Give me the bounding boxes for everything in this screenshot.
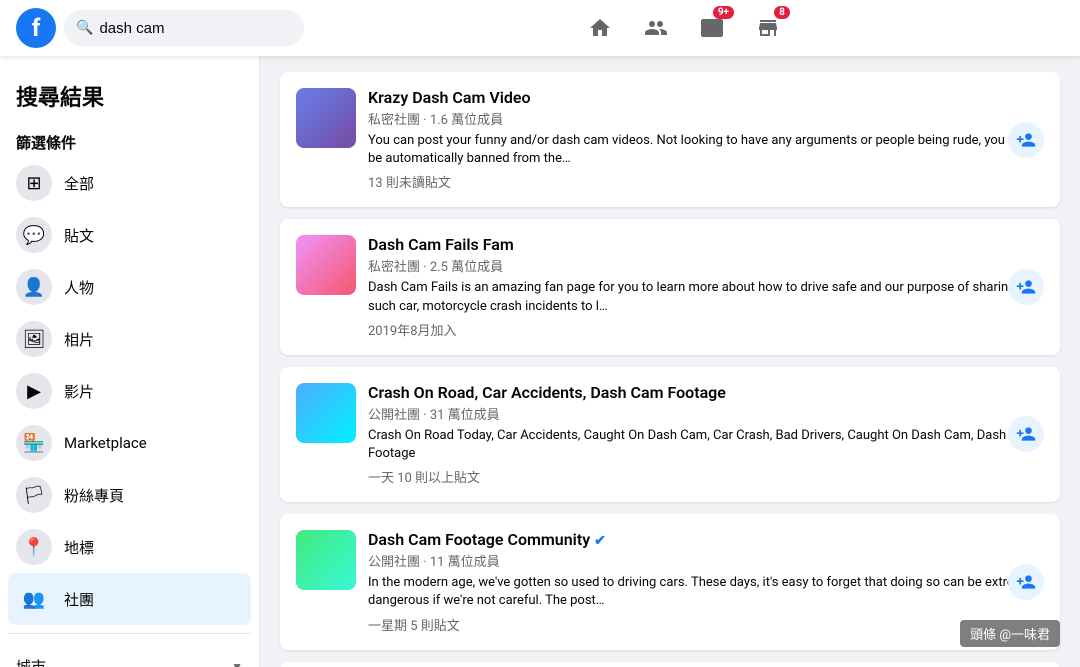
group-result-card: CCTV CAM N' ACCESSORIES FOR SALE 公開社團 · … (280, 662, 1060, 667)
videos-label: 影片 (64, 381, 94, 402)
group-info: Crash On Road, Car Accidents, Dash Cam F… (368, 383, 1044, 486)
group-name: Crash On Road, Car Accidents, Dash Cam F… (368, 383, 1044, 402)
watch-nav-button[interactable]: 9+ (688, 4, 736, 52)
group-info: Dash Cam Fails Fam 私密社團 · 2.5 萬位成員 Dash … (368, 235, 1044, 338)
friends-nav-button[interactable] (632, 4, 680, 52)
group-activity: 一天 10 則以上貼文 (368, 467, 1044, 486)
city-row[interactable]: 城市 ▼ (16, 650, 243, 667)
group-meta: 私密社團 · 1.6 萬位成員 (368, 109, 1044, 128)
city-label: 城市 (16, 656, 46, 667)
main-layout: 搜尋結果 篩選條件 ⊞ 全部 💬 貼文 👤 人物 🖼 相片 ▶ 影片 🏪 Mar… (0, 56, 1080, 667)
chevron-down-icon: ▼ (231, 660, 243, 667)
sidebar-item-places[interactable]: 📍 地標 (8, 521, 251, 573)
sidebar-item-people[interactable]: 👤 人物 (8, 261, 251, 313)
sidebar-item-videos[interactable]: ▶ 影片 (8, 365, 251, 417)
join-group-button[interactable] (1008, 269, 1044, 305)
group-name: Dash Cam Fails Fam (368, 235, 1044, 254)
group-activity: 一星期 5 則貼文 (368, 615, 1044, 634)
group-description: Crash On Road Today, Car Accidents, Caug… (368, 427, 1044, 463)
top-navigation: f 🔍 dash cam 9+ 8 (0, 0, 1080, 56)
group-avatar (296, 88, 356, 148)
group-result-card: Krazy Dash Cam Video 私密社團 · 1.6 萬位成員 You… (280, 72, 1060, 207)
all-icon: ⊞ (16, 165, 52, 201)
group-info: Dash Cam Footage Community✔ 公開社團 · 11 萬位… (368, 530, 1044, 633)
sidebar-item-all[interactable]: ⊞ 全部 (8, 157, 251, 209)
search-icon: 🔍 (76, 20, 93, 36)
nav-center: 9+ 8 (304, 4, 1064, 52)
group-meta: 私密社團 · 2.5 萬位成員 (368, 256, 1044, 275)
posts-icon: 💬 (16, 217, 52, 253)
search-results-area: Krazy Dash Cam Video 私密社團 · 1.6 萬位成員 You… (260, 56, 1080, 667)
places-label: 地標 (64, 537, 94, 558)
group-meta: 公開社團 · 11 萬位成員 (368, 551, 1044, 570)
groups-label: 社團 (64, 589, 94, 610)
group-meta: 公開社團 · 31 萬位成員 (368, 404, 1044, 423)
people-label: 人物 (64, 277, 94, 298)
places-icon: 📍 (16, 529, 52, 565)
sidebar-item-posts[interactable]: 💬 貼文 (8, 209, 251, 261)
sidebar-title: 搜尋結果 (8, 72, 251, 124)
sidebar-item-marketplace[interactable]: 🏪 Marketplace (8, 417, 251, 469)
verified-icon: ✔ (594, 533, 606, 549)
watch-badge: 9+ (713, 6, 734, 19)
group-info: Krazy Dash Cam Video 私密社團 · 1.6 萬位成員 You… (368, 88, 1044, 191)
group-result-card: Crash On Road, Car Accidents, Dash Cam F… (280, 367, 1060, 502)
sidebar-divider (8, 633, 251, 634)
pages-icon: 🏳 (16, 477, 52, 513)
groups-filters: 城市 ▼ 公開社團 我的社團 (8, 642, 251, 667)
posts-label: 貼文 (64, 225, 94, 246)
sidebar-item-groups[interactable]: 👥 社團 (8, 573, 251, 625)
marketplace-label: Marketplace (64, 434, 147, 452)
search-input[interactable]: dash cam (99, 20, 289, 37)
facebook-logo[interactable]: f (16, 8, 56, 48)
group-result-card: Dash Cam Footage Community✔ 公開社團 · 11 萬位… (280, 514, 1060, 649)
all-label: 全部 (64, 173, 94, 194)
group-activity: 13 則未讀貼文 (368, 172, 1044, 191)
search-box[interactable]: 🔍 dash cam (64, 10, 304, 46)
join-group-button[interactable] (1008, 122, 1044, 158)
join-group-button[interactable] (1008, 564, 1044, 600)
group-description: You can post your funny and/or dash cam … (368, 132, 1044, 168)
photos-icon: 🖼 (16, 321, 52, 357)
sidebar-item-pages[interactable]: 🏳 粉絲專頁 (8, 469, 251, 521)
sidebar-item-photos[interactable]: 🖼 相片 (8, 313, 251, 365)
groups-icon: 👥 (16, 581, 52, 617)
people-icon: 👤 (16, 269, 52, 305)
group-avatar (296, 235, 356, 295)
group-activity: 2019年8月加入 (368, 320, 1044, 339)
pages-label: 粉絲專頁 (64, 485, 124, 506)
group-name: Dash Cam Footage Community✔ (368, 530, 1044, 549)
join-group-button[interactable] (1008, 416, 1044, 452)
filter-title: 篩選條件 (8, 124, 251, 157)
marketplace-icon: 🏪 (16, 425, 52, 461)
group-avatar (296, 383, 356, 443)
results-container: Krazy Dash Cam Video 私密社團 · 1.6 萬位成員 You… (280, 72, 1060, 667)
home-nav-button[interactable] (576, 4, 624, 52)
marketplace-nav-button[interactable]: 8 (744, 4, 792, 52)
group-avatar (296, 530, 356, 590)
videos-icon: ▶ (16, 373, 52, 409)
group-description: Dash Cam Fails is an amazing fan page fo… (368, 279, 1044, 315)
group-description: In the modern age, we've gotten so used … (368, 574, 1044, 610)
photos-label: 相片 (64, 329, 94, 350)
sidebar: 搜尋結果 篩選條件 ⊞ 全部 💬 貼文 👤 人物 🖼 相片 ▶ 影片 🏪 Mar… (0, 56, 260, 667)
group-name: Krazy Dash Cam Video (368, 88, 1044, 107)
group-result-card: Dash Cam Fails Fam 私密社團 · 2.5 萬位成員 Dash … (280, 219, 1060, 354)
marketplace-badge: 8 (774, 6, 790, 19)
